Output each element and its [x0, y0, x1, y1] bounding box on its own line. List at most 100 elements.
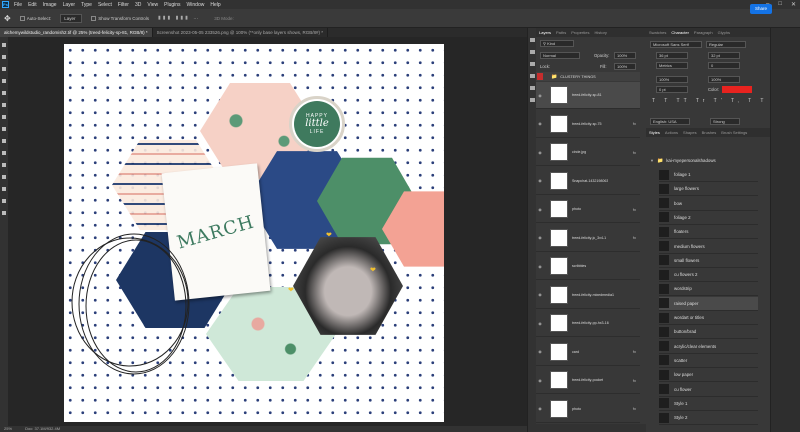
photoshop-logo[interactable]: Ps: [2, 1, 9, 8]
tab-styles[interactable]: Styles: [649, 130, 660, 135]
tracking-field[interactable]: 0: [708, 62, 740, 69]
layer-group-row[interactable]: 📁 CLUSTERY THINGS: [536, 72, 640, 81]
visibility-eye-icon[interactable]: ◉: [536, 292, 544, 297]
fx-icon[interactable]: fx: [633, 349, 636, 354]
styles-group-row[interactable]: ▼ 📁 kai-myepersonalshadows: [650, 156, 758, 165]
visibility-eye-icon[interactable]: ◉: [536, 150, 544, 155]
style-item[interactable]: bow: [659, 197, 758, 211]
tab-brush-settings[interactable]: Brush Settings: [721, 130, 747, 135]
font-style-select[interactable]: Regular: [706, 41, 746, 48]
layer-row[interactable]: ◉ treed-felicity-jc_3x4-1 fx: [536, 225, 640, 252]
vertical-scale-field[interactable]: 100%: [656, 76, 688, 83]
fx-icon[interactable]: fx: [633, 150, 636, 155]
tab-properties[interactable]: Properties: [571, 30, 589, 35]
fx-icon[interactable]: fx: [633, 378, 636, 383]
style-item[interactable]: floaters: [659, 225, 758, 240]
menu-image[interactable]: Image: [43, 2, 57, 8]
style-item[interactable]: wordstrip: [659, 282, 758, 297]
menu-filter[interactable]: Filter: [118, 2, 129, 8]
visibility-eye-icon[interactable]: ◉: [536, 121, 544, 126]
font-size-field[interactable]: 36 pt: [656, 52, 688, 59]
visibility-eye-icon[interactable]: ◉: [536, 349, 544, 354]
kerning-field[interactable]: Metrics: [656, 62, 688, 69]
menu-edit[interactable]: Edit: [28, 2, 37, 8]
fx-icon[interactable]: fx: [633, 121, 636, 126]
style-item[interactable]: scatter: [659, 354, 758, 368]
style-item[interactable]: acrylic/clear elements: [659, 340, 758, 354]
close-icon[interactable]: ✕: [791, 1, 796, 8]
menu-plugins[interactable]: Plugins: [164, 2, 180, 8]
menu-layer[interactable]: Layer: [63, 2, 76, 8]
opacity-field[interactable]: 100%: [614, 52, 636, 59]
visibility-eye-icon[interactable]: ◉: [536, 178, 544, 183]
style-item[interactable]: low paper: [659, 368, 758, 383]
layer-row[interactable]: ◉ treed-felicity-pp-hx3-16: [536, 310, 640, 337]
layer-row[interactable]: ◉ scribbles: [536, 253, 640, 280]
doc-tab-1[interactable]: alchemywildstudio_randomish2.tif @ 25% (…: [0, 28, 153, 37]
style-item[interactable]: raised paper: [659, 296, 758, 311]
blend-mode-select[interactable]: Normal: [540, 52, 580, 59]
style-item[interactable]: wordart or titles: [659, 311, 758, 325]
document-canvas[interactable]: MARCH HAPPY little LIFE ❤ ❤ ❤: [64, 44, 444, 422]
layer-row[interactable]: ◉ photo fx: [536, 196, 640, 223]
layer-row[interactable]: ◉ card fx: [536, 339, 640, 366]
style-item[interactable]: cu flowers 2: [659, 268, 758, 283]
fx-icon[interactable]: fx: [633, 406, 636, 411]
tab-layers[interactable]: Layers: [539, 30, 551, 35]
layer-dropdown[interactable]: Layer: [60, 13, 83, 23]
style-item[interactable]: foliage 2: [659, 211, 758, 225]
visibility-eye-icon[interactable]: ◉: [536, 406, 544, 411]
tab-swatches[interactable]: Swatches: [649, 30, 666, 35]
fill-field[interactable]: 100%: [614, 63, 636, 70]
style-item[interactable]: Style 2: [659, 411, 758, 426]
kind-filter[interactable]: ⚲ Kind: [540, 40, 574, 47]
visibility-eye-icon[interactable]: ◉: [536, 207, 544, 212]
auto-select-checkbox[interactable]: Auto-Select:: [17, 14, 55, 23]
style-item[interactable]: small flowers: [659, 254, 758, 268]
style-item[interactable]: button/brad: [659, 325, 758, 340]
tab-brushes[interactable]: Brushes: [702, 130, 717, 135]
style-item[interactable]: Style 1: [659, 397, 758, 411]
leading-field[interactable]: 32 pt: [708, 52, 740, 59]
menu-window[interactable]: Window: [187, 2, 205, 8]
menu-select[interactable]: Select: [98, 2, 112, 8]
layer-row[interactable]: ◉ treed-felicity-mixedmedia1: [536, 282, 640, 309]
fx-icon[interactable]: fx: [633, 207, 636, 212]
tab-paragraph[interactable]: Paragraph: [694, 30, 713, 35]
visibility-eye-icon[interactable]: ◉: [536, 235, 544, 240]
maximize-icon[interactable]: □: [778, 1, 782, 8]
text-style-buttons[interactable]: T T TT Tr T' T, T T: [652, 98, 768, 104]
layer-row[interactable]: ◉ photo fx: [536, 396, 640, 423]
menu-type[interactable]: Type: [81, 2, 92, 8]
text-color-swatch[interactable]: [722, 86, 752, 93]
tab-character[interactable]: Character: [671, 30, 689, 35]
tab-glyphs[interactable]: Glyphs: [718, 30, 730, 35]
style-item[interactable]: foliage 1: [659, 168, 758, 182]
tab-actions[interactable]: Actions: [665, 130, 678, 135]
zoom-level[interactable]: 25%: [4, 426, 12, 431]
menu-3d[interactable]: 3D: [135, 2, 141, 8]
tab-history[interactable]: History: [594, 30, 606, 35]
layer-row[interactable]: ◉ treed-felicity-pocket fx: [536, 367, 640, 394]
menu-view[interactable]: View: [147, 2, 158, 8]
baseline-field[interactable]: 0 pt: [656, 86, 688, 93]
move-tool-icon[interactable]: ✥: [4, 14, 11, 23]
doc-tab-2[interactable]: Screenshot 2023-05-05 233526.png @ 100% …: [153, 28, 329, 37]
show-transform-checkbox[interactable]: Show Transform Controls: [88, 14, 152, 23]
font-family-select[interactable]: Microsoft Sans Serif: [650, 41, 702, 48]
align-icons[interactable]: ▮▮▮ ▮▮▮ …: [158, 15, 200, 21]
tab-paths[interactable]: Paths: [556, 30, 566, 35]
language-select[interactable]: English: USA: [650, 118, 690, 125]
antialias-select[interactable]: Strong: [710, 118, 740, 125]
layer-row[interactable]: ◉ circle.jpg fx: [536, 139, 640, 166]
visibility-eye-icon[interactable]: ◉: [536, 378, 544, 383]
style-item[interactable]: cu flower: [659, 383, 758, 397]
visibility-eye-icon[interactable]: ◉: [536, 93, 544, 98]
visibility-eye-icon[interactable]: ◉: [536, 321, 544, 326]
share-button[interactable]: Share: [750, 4, 772, 14]
layer-row[interactable]: ◉ treed-felicity-sp-81: [536, 82, 640, 109]
fx-icon[interactable]: fx: [633, 235, 636, 240]
layer-row[interactable]: ◉ treed-felicity-sp-75 fx: [536, 111, 640, 138]
tab-shapes[interactable]: Shapes: [683, 130, 697, 135]
style-item[interactable]: medium flowers: [659, 240, 758, 254]
